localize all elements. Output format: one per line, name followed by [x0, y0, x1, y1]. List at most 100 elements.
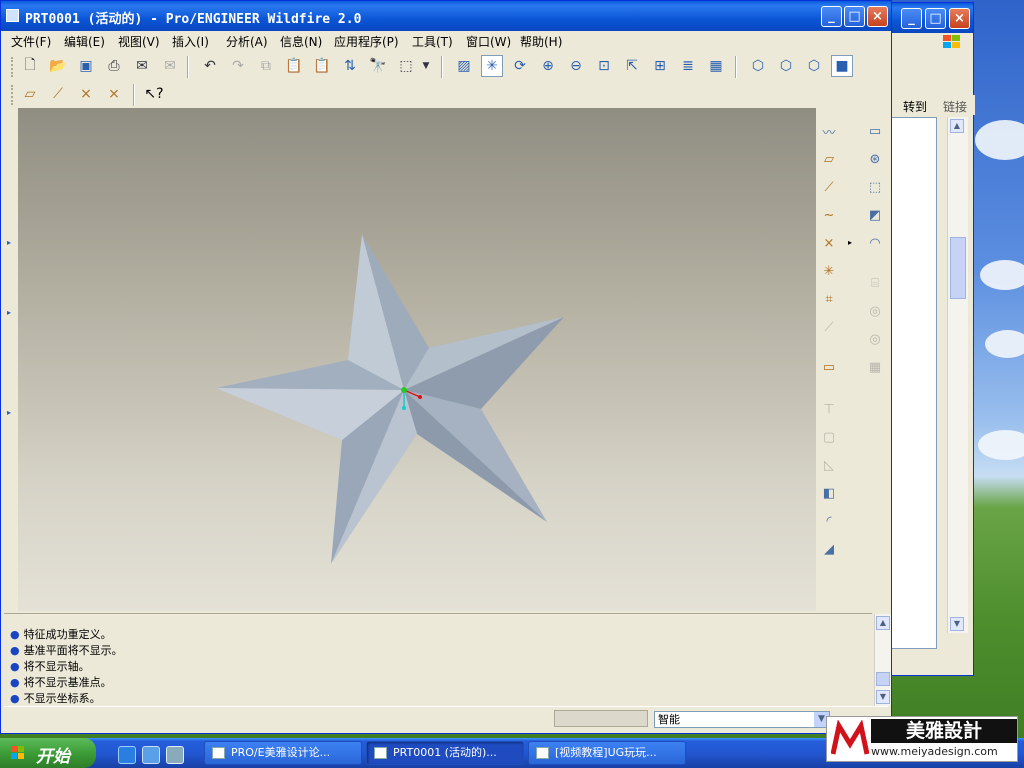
repaint-icon[interactable]: ▨ [453, 55, 475, 77]
close-button[interactable]: × [867, 6, 888, 27]
graphics-window[interactable] [18, 108, 816, 611]
scroll-thumb[interactable] [950, 237, 966, 299]
sketch-icon[interactable]: ▭ [818, 356, 840, 378]
menu-help[interactable]: 帮助(H) [520, 33, 562, 50]
menu-insert[interactable]: 插入(I) [172, 33, 209, 50]
maximize-button[interactable]: □ [925, 8, 946, 29]
background-window-titlebar[interactable]: _ □ × [881, 3, 973, 33]
open-file-icon[interactable]: 📂 [47, 55, 69, 77]
menu-file[interactable]: 文件(F) [11, 33, 51, 50]
rib-icon[interactable]: ◺ [818, 454, 840, 476]
menu-info[interactable]: 信息(N) [280, 33, 322, 50]
wireframe-icon[interactable]: ⬡ [747, 55, 769, 77]
coordinate-system-icon[interactable]: ✳ [818, 260, 840, 282]
paste-special-icon[interactable]: 📋 [311, 55, 333, 77]
mirror-icon[interactable]: ⌸ [864, 272, 886, 294]
datum-axis-icon[interactable]: ⟋ [818, 176, 840, 198]
round-icon[interactable]: ◜ [818, 510, 840, 532]
media-player-icon[interactable] [166, 746, 184, 764]
scroll-up-button[interactable]: ▲ [950, 119, 964, 133]
scroll-thumb[interactable] [876, 672, 890, 686]
reorient-icon[interactable]: ⇱ [621, 55, 643, 77]
hidden-line-icon[interactable]: ⬡ [775, 55, 797, 77]
context-help-icon[interactable]: ↖? [143, 83, 165, 105]
menu-applications[interactable]: 应用程序(P) [334, 33, 399, 50]
menu-analysis[interactable]: 分析(A) [226, 33, 268, 50]
coordinate-system-display-icon[interactable]: ⨯ [103, 83, 125, 105]
analysis-feature-icon[interactable]: ⌗ [818, 288, 840, 310]
selection-filter-dropdown[interactable]: 智能 ▼ [654, 711, 830, 728]
scroll-down-button[interactable]: ▼ [950, 617, 964, 631]
expand-arrow-icon[interactable]: ▸ [7, 238, 11, 247]
sketched-datum-curve-icon[interactable]: 〰 [818, 120, 840, 142]
datum-curve-icon[interactable]: ∼ [818, 204, 840, 226]
menu-window[interactable]: 窗口(W) [466, 33, 511, 50]
paste-icon[interactable]: 📋 [283, 55, 305, 77]
hole-icon[interactable]: ⊤ [818, 398, 840, 420]
copy-icon[interactable]: ⧉ [255, 55, 277, 77]
taskbar-item[interactable]: PRO/E美雅设计论... [204, 741, 362, 765]
draft-icon[interactable]: ◧ [818, 482, 840, 504]
datum-point-icon[interactable]: × [818, 232, 840, 254]
datum-plane-display-icon[interactable]: ▱ [19, 83, 41, 105]
style-icon[interactable]: ◠ [864, 232, 886, 254]
menu-tools[interactable]: 工具(T) [412, 33, 453, 50]
flyout-arrow-icon[interactable]: ▸ [848, 238, 852, 247]
datum-plane-icon[interactable]: ▱ [818, 148, 840, 170]
minimize-button[interactable]: _ [901, 8, 922, 29]
menu-edit[interactable]: 编辑(E) [64, 33, 105, 50]
expand-arrow-icon[interactable]: ▸ [7, 408, 11, 417]
close-button[interactable]: × [949, 8, 970, 29]
message-scrollbar[interactable]: ▲ ▼ [874, 614, 891, 706]
selection-box-icon[interactable]: ⬚ [395, 55, 417, 77]
expand-arrow-icon[interactable]: ▸ [7, 308, 11, 317]
merge-icon[interactable]: ◎ [864, 300, 886, 322]
toolbar-grip[interactable] [11, 85, 17, 105]
spin-center-icon[interactable]: ✳ [481, 55, 503, 77]
menu-view[interactable]: 视图(V) [118, 33, 160, 50]
background-window[interactable]: _ □ × 转到 链接 ▲ ▼ [880, 2, 975, 676]
print-icon[interactable]: ⎙ [103, 55, 125, 77]
revolve-icon[interactable]: ⊛ [864, 148, 886, 170]
scrollbar[interactable]: ▲ ▼ [947, 117, 968, 633]
main-titlebar[interactable]: PRT0001 (活动的) - Pro/ENGINEER Wildfire 2.… [1, 1, 891, 31]
find-icon[interactable]: 🔭 [367, 55, 389, 77]
datum-axis-display-icon[interactable]: ⟋ [47, 83, 69, 105]
scroll-up-button[interactable]: ▲ [876, 616, 890, 630]
chevron-down-icon[interactable]: ▼ [419, 55, 433, 77]
orient-mode-icon[interactable]: ⟳ [509, 55, 531, 77]
new-file-icon[interactable]: 🗋 [19, 55, 41, 77]
toolbar-grip[interactable] [11, 57, 17, 77]
ie-icon[interactable] [118, 746, 136, 764]
chamfer-icon[interactable]: ◢ [818, 538, 840, 560]
datum-point-display-icon[interactable]: × [75, 83, 97, 105]
navigator-collapse-panel[interactable]: ▸ ▸ ▸ [4, 108, 19, 611]
pattern-icon[interactable]: ▦ [864, 356, 886, 378]
start-button[interactable]: 开始 [0, 738, 96, 768]
trim-icon[interactable]: ◎ [864, 328, 886, 350]
view-manager-icon[interactable]: ▦ [705, 55, 727, 77]
extrude-icon[interactable]: ▭ [864, 120, 886, 142]
saved-views-icon[interactable]: ⊞ [649, 55, 671, 77]
scroll-down-button[interactable]: ▼ [876, 690, 890, 704]
redo-icon[interactable]: ↷ [227, 55, 249, 77]
shell-icon[interactable]: ▢ [818, 426, 840, 448]
taskbar-item-active[interactable]: PRT0001 (活动的)... [366, 741, 524, 765]
links-label[interactable]: 链接 [943, 98, 967, 115]
taskbar-item[interactable]: [视频教程]UG玩玩... [528, 741, 686, 765]
regenerate-icon[interactable]: ⇅ [339, 55, 361, 77]
zoom-in-icon[interactable]: ⊕ [537, 55, 559, 77]
undo-icon[interactable]: ↶ [199, 55, 221, 77]
show-desktop-icon[interactable] [142, 746, 160, 764]
email-icon[interactable]: ✉ [131, 55, 153, 77]
boundary-blend-icon[interactable]: ◩ [864, 204, 886, 226]
variable-sweep-icon[interactable]: ⬚ [864, 176, 886, 198]
goto-button[interactable]: 转到 [903, 98, 927, 115]
star-model[interactable] [18, 108, 816, 611]
no-hidden-icon[interactable]: ⬡ [803, 55, 825, 77]
refit-icon[interactable]: ⊡ [593, 55, 615, 77]
minimize-button[interactable]: _ [821, 6, 842, 27]
save-icon[interactable]: ▣ [75, 55, 97, 77]
zoom-out-icon[interactable]: ⊖ [565, 55, 587, 77]
layers-icon[interactable]: ≣ [677, 55, 699, 77]
